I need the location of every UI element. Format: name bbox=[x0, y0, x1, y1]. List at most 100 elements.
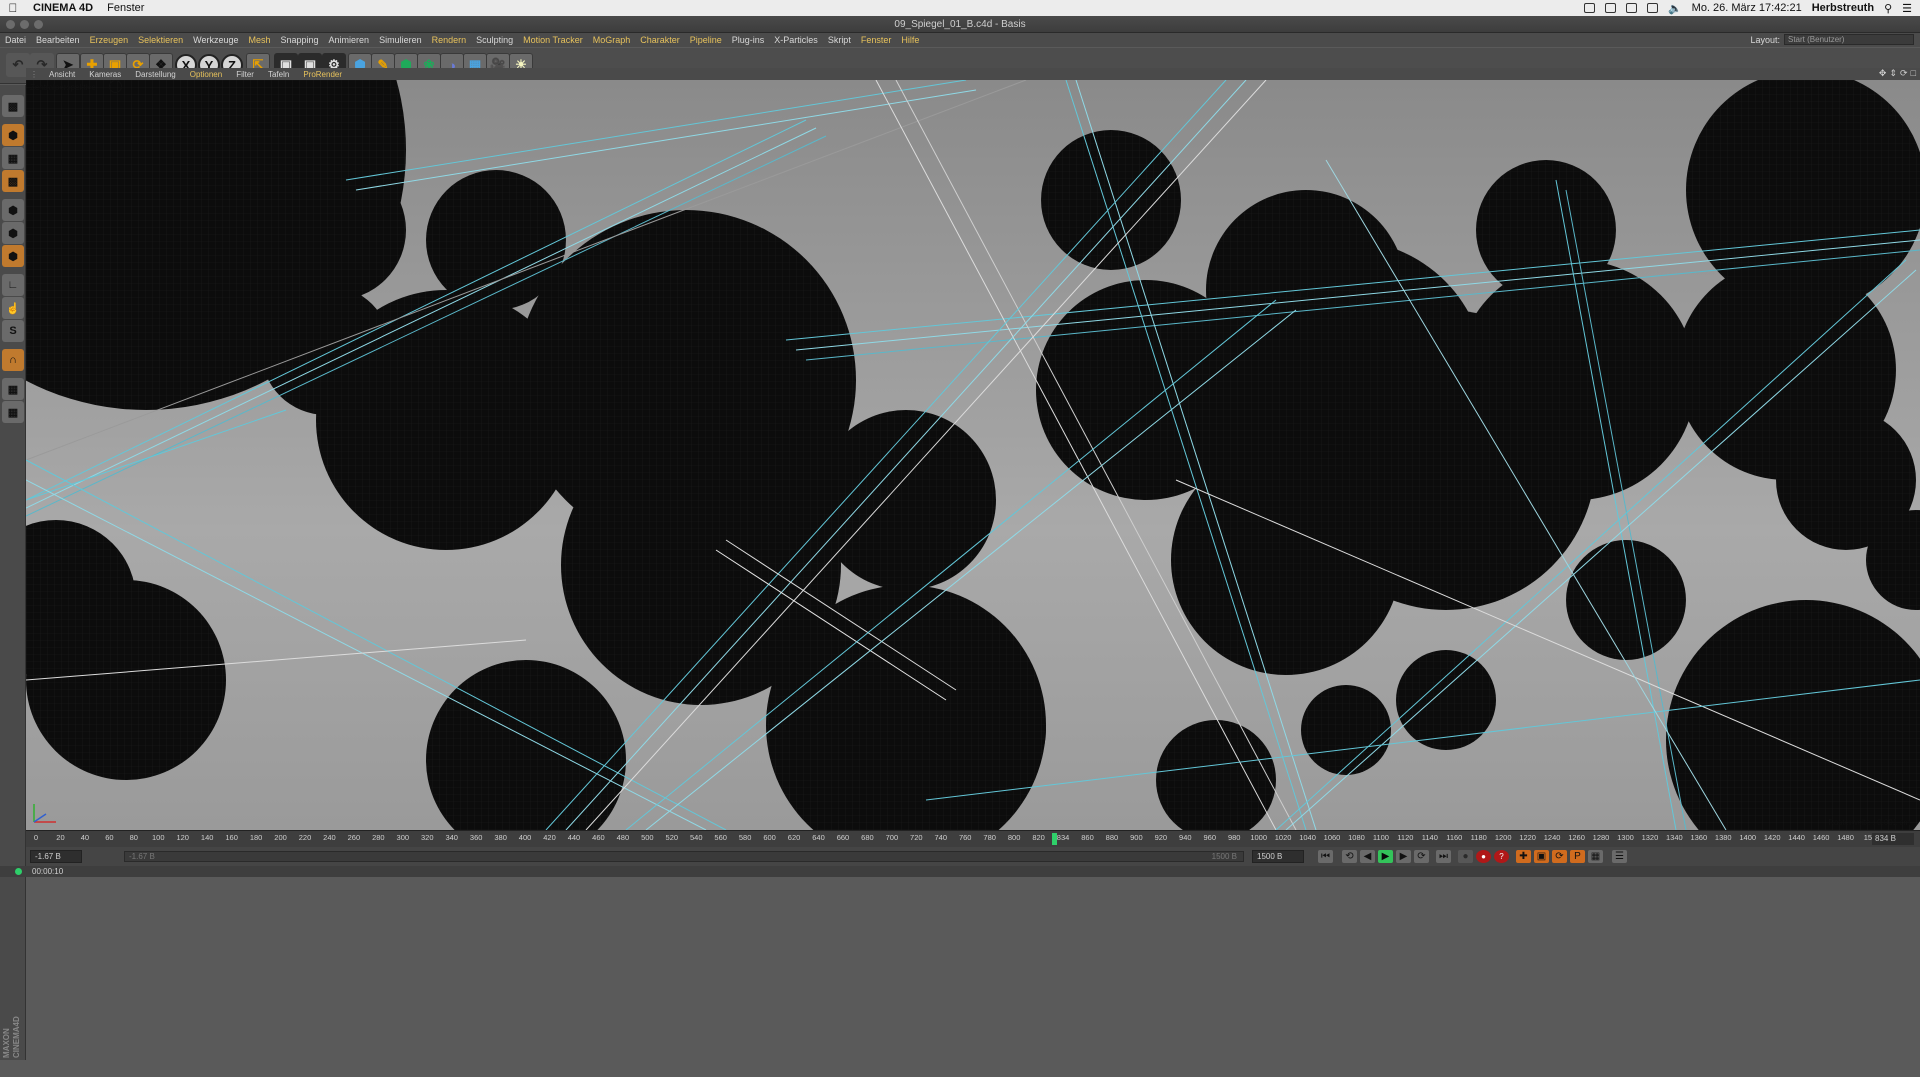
sphere-object[interactable] bbox=[266, 160, 406, 300]
go-to-start-icon[interactable]: ⏮ bbox=[1318, 850, 1333, 863]
menu-item[interactable]: Sculpting bbox=[471, 35, 518, 45]
menu-item[interactable]: Skript bbox=[823, 35, 856, 45]
previous-key-icon[interactable]: ⟲ bbox=[1342, 850, 1357, 863]
key-position-icon[interactable]: ✚ bbox=[1516, 850, 1531, 863]
viewport-menu-item[interactable]: Ansicht bbox=[42, 70, 82, 79]
menu-item[interactable]: Pipeline bbox=[685, 35, 727, 45]
autokey-icon[interactable]: ? bbox=[1494, 850, 1509, 863]
timeline-tick-label: 980 bbox=[1227, 833, 1241, 842]
3d-viewport[interactable]: Zentralperspektive Rasterweite : 0.001 c… bbox=[26, 80, 1920, 830]
mac-app-menu[interactable]: CINEMA 4D bbox=[26, 2, 100, 14]
camera-circle-icon[interactable] bbox=[109, 80, 122, 93]
tray-icon[interactable] bbox=[1583, 3, 1595, 13]
user-name[interactable]: Herbstreuth bbox=[1812, 2, 1874, 14]
menu-item[interactable]: Erzeugen bbox=[85, 35, 134, 45]
tray-icon[interactable] bbox=[1646, 3, 1658, 13]
orbit-icon[interactable]: ⟳ bbox=[1900, 68, 1908, 79]
viewport-menu-item[interactable]: Tafeln bbox=[261, 70, 296, 79]
viewport-menu-item[interactable]: Darstellung bbox=[128, 70, 182, 79]
make-editable-icon[interactable]: ▩ bbox=[2, 95, 24, 117]
polygons-mode-icon[interactable]: ⬢ bbox=[2, 245, 24, 267]
texture-mode-icon[interactable]: ▦ bbox=[2, 147, 24, 169]
magnet-icon[interactable]: ∩ bbox=[2, 349, 24, 371]
workplane-icon[interactable]: ▩ bbox=[2, 170, 24, 192]
menu-item[interactable]: Datei bbox=[0, 35, 31, 45]
timeline-tick-label: 560 bbox=[714, 833, 727, 842]
mac-menu-fenster[interactable]: Fenster bbox=[100, 2, 151, 14]
next-frame-icon[interactable]: ▶ bbox=[1396, 850, 1411, 863]
key-scale-icon[interactable]: ▣ bbox=[1534, 850, 1549, 863]
viewport-menu-item[interactable]: ProRender bbox=[296, 70, 349, 79]
menu-item[interactable]: Bearbeiten bbox=[31, 35, 85, 45]
key-pla-icon[interactable]: ▦ bbox=[1588, 850, 1603, 863]
sphere-object[interactable] bbox=[816, 410, 996, 590]
axis-mode-icon[interactable]: ∟ bbox=[2, 274, 24, 296]
menu-item[interactable]: Simulieren bbox=[374, 35, 427, 45]
menu-item[interactable]: Fenster bbox=[856, 35, 897, 45]
apple-icon[interactable]:  bbox=[0, 1, 26, 15]
menu-icon[interactable]: ☰ bbox=[1902, 2, 1912, 15]
start-frame-field[interactable]: -1.67 B bbox=[30, 850, 82, 863]
sphere-object[interactable] bbox=[1041, 130, 1181, 270]
volume-icon[interactable]: 🔈 bbox=[1668, 2, 1682, 15]
record-disabled-icon[interactable]: ● bbox=[1458, 850, 1473, 863]
viewport-menu-item[interactable]: Optionen bbox=[183, 70, 229, 79]
spotlight-icon[interactable]: ⚲ bbox=[1884, 2, 1892, 15]
previous-frame-icon[interactable]: ◀ bbox=[1360, 850, 1375, 863]
edges-mode-icon[interactable]: ⬢ bbox=[2, 222, 24, 244]
tray-icon[interactable] bbox=[1604, 3, 1616, 13]
timeline-ruler[interactable]: 0 20 40 60 80 100 120 140 160 180 200 220 240 260 280 3… bbox=[26, 830, 1920, 847]
model-mode-icon[interactable]: ⬢ bbox=[2, 124, 24, 146]
pan-icon[interactable]: ✥ bbox=[1879, 68, 1887, 79]
tray-icon[interactable] bbox=[1625, 3, 1637, 13]
go-to-end-icon[interactable]: ⏭ bbox=[1436, 850, 1451, 863]
sphere-object[interactable] bbox=[1301, 685, 1391, 775]
workplane-lock-icon[interactable]: ▦ bbox=[2, 401, 24, 423]
menu-item[interactable]: Selektieren bbox=[133, 35, 188, 45]
snap-icon[interactable]: S bbox=[2, 320, 24, 342]
zoom-icon[interactable]: ⇕ bbox=[1889, 68, 1897, 79]
tweak-mode-icon[interactable]: ☝ bbox=[2, 297, 24, 319]
menu-item[interactable]: X-Particles bbox=[769, 35, 823, 45]
sphere-object[interactable] bbox=[906, 660, 1046, 800]
clock[interactable]: Mo. 26. März 17:42:21 bbox=[1692, 2, 1802, 14]
sphere-object[interactable] bbox=[1666, 600, 1920, 830]
play-icon[interactable]: ▶ bbox=[1378, 850, 1393, 863]
sphere-object[interactable] bbox=[1396, 650, 1496, 750]
sphere-object[interactable] bbox=[1156, 720, 1276, 830]
key-rotation-icon[interactable]: ⟳ bbox=[1552, 850, 1567, 863]
menu-item[interactable]: Snapping bbox=[276, 35, 324, 45]
layout-select[interactable]: Start (Benutzer) bbox=[1784, 34, 1914, 45]
menu-item[interactable]: Rendern bbox=[427, 35, 472, 45]
end-frame-field[interactable]: 1500 B bbox=[1252, 850, 1304, 863]
key-param-icon[interactable]: P bbox=[1570, 850, 1585, 863]
menu-item[interactable]: Charakter bbox=[635, 35, 685, 45]
maximize-icon[interactable]: □ bbox=[1911, 68, 1916, 79]
viewport-menu-item[interactable]: Filter bbox=[229, 70, 261, 79]
menu-item[interactable]: Plug-ins bbox=[727, 35, 770, 45]
menu-item[interactable]: Hilfe bbox=[896, 35, 924, 45]
sphere-object[interactable] bbox=[426, 660, 626, 830]
preview-range-slider[interactable]: -1.67 B 1500 B bbox=[124, 851, 1244, 862]
menu-item[interactable]: Motion Tracker bbox=[518, 35, 588, 45]
viewport-menu-item[interactable]: Kameras bbox=[82, 70, 128, 79]
close-button[interactable] bbox=[6, 20, 15, 29]
timeline-tick-label: 640 bbox=[812, 833, 825, 842]
record-active-icon[interactable]: ● bbox=[1476, 850, 1491, 863]
menu-item[interactable]: Werkzeuge bbox=[188, 35, 243, 45]
timeline-menu-icon[interactable]: ☰ bbox=[1612, 850, 1627, 863]
timeline-tick-label: 1320 bbox=[1641, 833, 1659, 842]
menu-item[interactable]: MoGraph bbox=[588, 35, 636, 45]
menu-item[interactable]: Mesh bbox=[243, 35, 275, 45]
next-key-icon[interactable]: ⟳ bbox=[1414, 850, 1429, 863]
minimize-button[interactable] bbox=[20, 20, 29, 29]
current-frame-field[interactable]: 834 B bbox=[1872, 833, 1914, 845]
zoom-button[interactable] bbox=[34, 20, 43, 29]
points-mode-icon[interactable]: ⬢ bbox=[2, 199, 24, 221]
timeline-playhead[interactable] bbox=[1051, 833, 1057, 845]
grid-lock-icon[interactable]: ▦ bbox=[2, 378, 24, 400]
grid-size-readout: Rasterweite : 0.001 cm bbox=[1828, 818, 1910, 827]
layout-picker: Layout: Start (Benutzer) bbox=[1750, 34, 1914, 45]
sphere-object[interactable] bbox=[1456, 260, 1696, 500]
menu-item[interactable]: Animieren bbox=[324, 35, 375, 45]
